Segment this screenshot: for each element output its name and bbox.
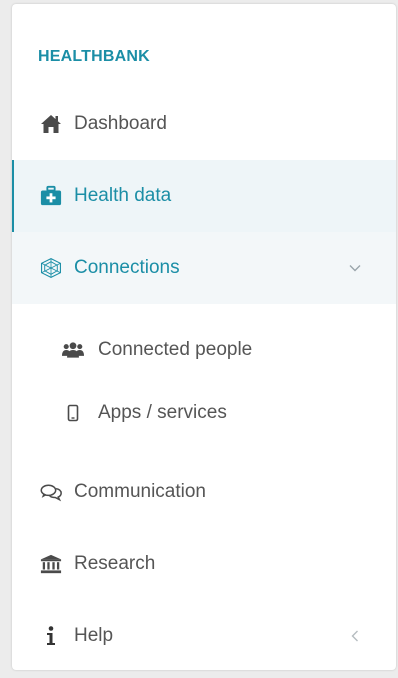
sidebar-item-label: Apps / services xyxy=(98,402,227,423)
chevron-left-icon[interactable] xyxy=(348,629,362,643)
bank-icon xyxy=(40,553,62,575)
network-icon xyxy=(40,257,62,279)
brand-title: HEALTHBANK xyxy=(38,48,150,65)
sidebar-item-health-data[interactable]: Health data xyxy=(12,160,396,232)
sidebar-item-label: Dashboard xyxy=(74,113,167,134)
users-icon xyxy=(62,339,84,361)
info-icon xyxy=(40,625,62,647)
sidebar-item-connections[interactable]: Connections xyxy=(12,232,396,304)
sidebar-item-label: Communication xyxy=(74,481,206,502)
medical-kit-icon xyxy=(40,185,62,207)
sidebar-item-label: Connections xyxy=(74,257,180,278)
sidebar-item-research[interactable]: Research xyxy=(12,528,396,600)
sidebar-item-communication[interactable]: Communication xyxy=(12,456,396,528)
sidebar-item-help[interactable]: Help xyxy=(12,600,396,670)
sidebar-item-label: Connected people xyxy=(98,339,253,360)
mobile-icon xyxy=(62,402,84,424)
home-icon xyxy=(40,113,62,135)
sidebar: HEALTHBANK Dashboard Health data Connect… xyxy=(12,4,396,670)
sidebar-subitem-connected-people[interactable]: Connected people xyxy=(12,319,396,381)
chevron-down-icon[interactable] xyxy=(348,261,362,275)
sidebar-item-label: Help xyxy=(74,625,114,646)
chat-bubbles-icon xyxy=(40,481,62,503)
sidebar-item-dashboard[interactable]: Dashboard xyxy=(12,88,396,160)
sidebar-item-label: Research xyxy=(74,553,156,574)
sidebar-item-label: Health data xyxy=(74,185,172,206)
sidebar-subitem-apps-services[interactable]: Apps / services xyxy=(12,382,396,444)
